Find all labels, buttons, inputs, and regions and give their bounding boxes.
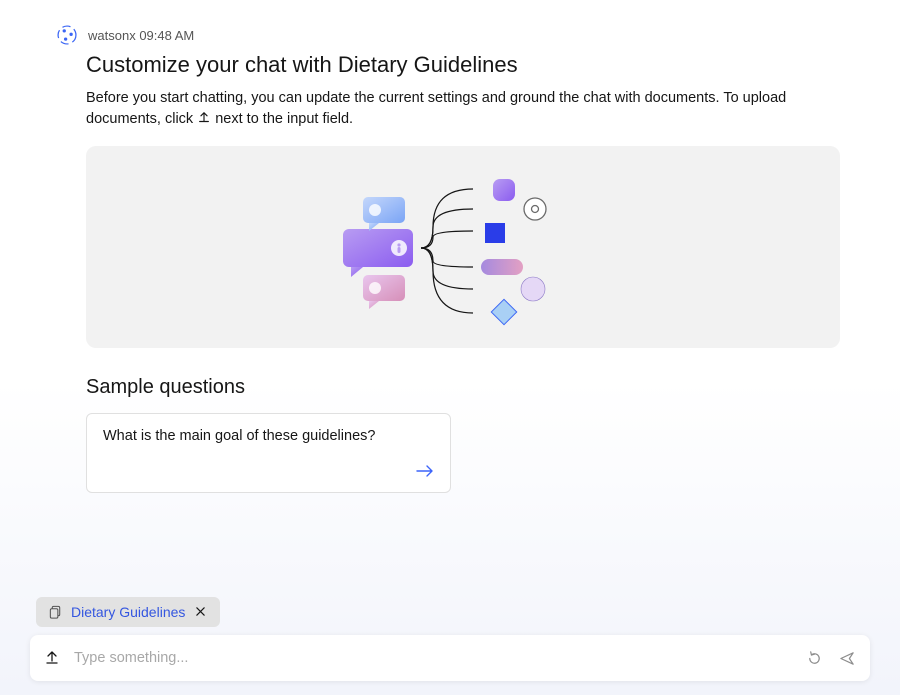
customize-title: Customize your chat with Dietary Guideli… <box>86 52 840 78</box>
arrow-right-icon <box>416 464 434 482</box>
send-icon <box>839 650 856 667</box>
reset-button[interactable] <box>806 650 823 667</box>
send-button[interactable] <box>839 650 856 667</box>
sender-timestamp: watsonx 09:48 AM <box>88 28 194 43</box>
upload-inline-icon <box>197 111 211 125</box>
illustration-card <box>86 146 840 348</box>
upload-button[interactable] <box>44 650 60 666</box>
chat-tree-illustration-icon <box>333 167 593 327</box>
sample-questions-heading: Sample questions <box>86 376 840 399</box>
sample-question-card[interactable]: What is the main goal of these guideline… <box>86 413 451 493</box>
watsonx-avatar-icon <box>56 24 78 46</box>
upload-icon <box>44 650 60 666</box>
sample-question-text: What is the main goal of these guideline… <box>103 428 375 444</box>
attached-document-chip[interactable]: Dietary Guidelines <box>36 597 220 627</box>
chat-text-input[interactable] <box>74 650 792 666</box>
document-icon <box>48 605 63 620</box>
attached-document-label: Dietary Guidelines <box>71 604 185 620</box>
remove-attachment-button[interactable] <box>193 605 208 620</box>
chat-input-bar <box>30 635 870 681</box>
close-icon <box>195 606 206 617</box>
customize-description: Before you start chatting, you can updat… <box>86 88 840 130</box>
reset-icon <box>806 650 823 667</box>
